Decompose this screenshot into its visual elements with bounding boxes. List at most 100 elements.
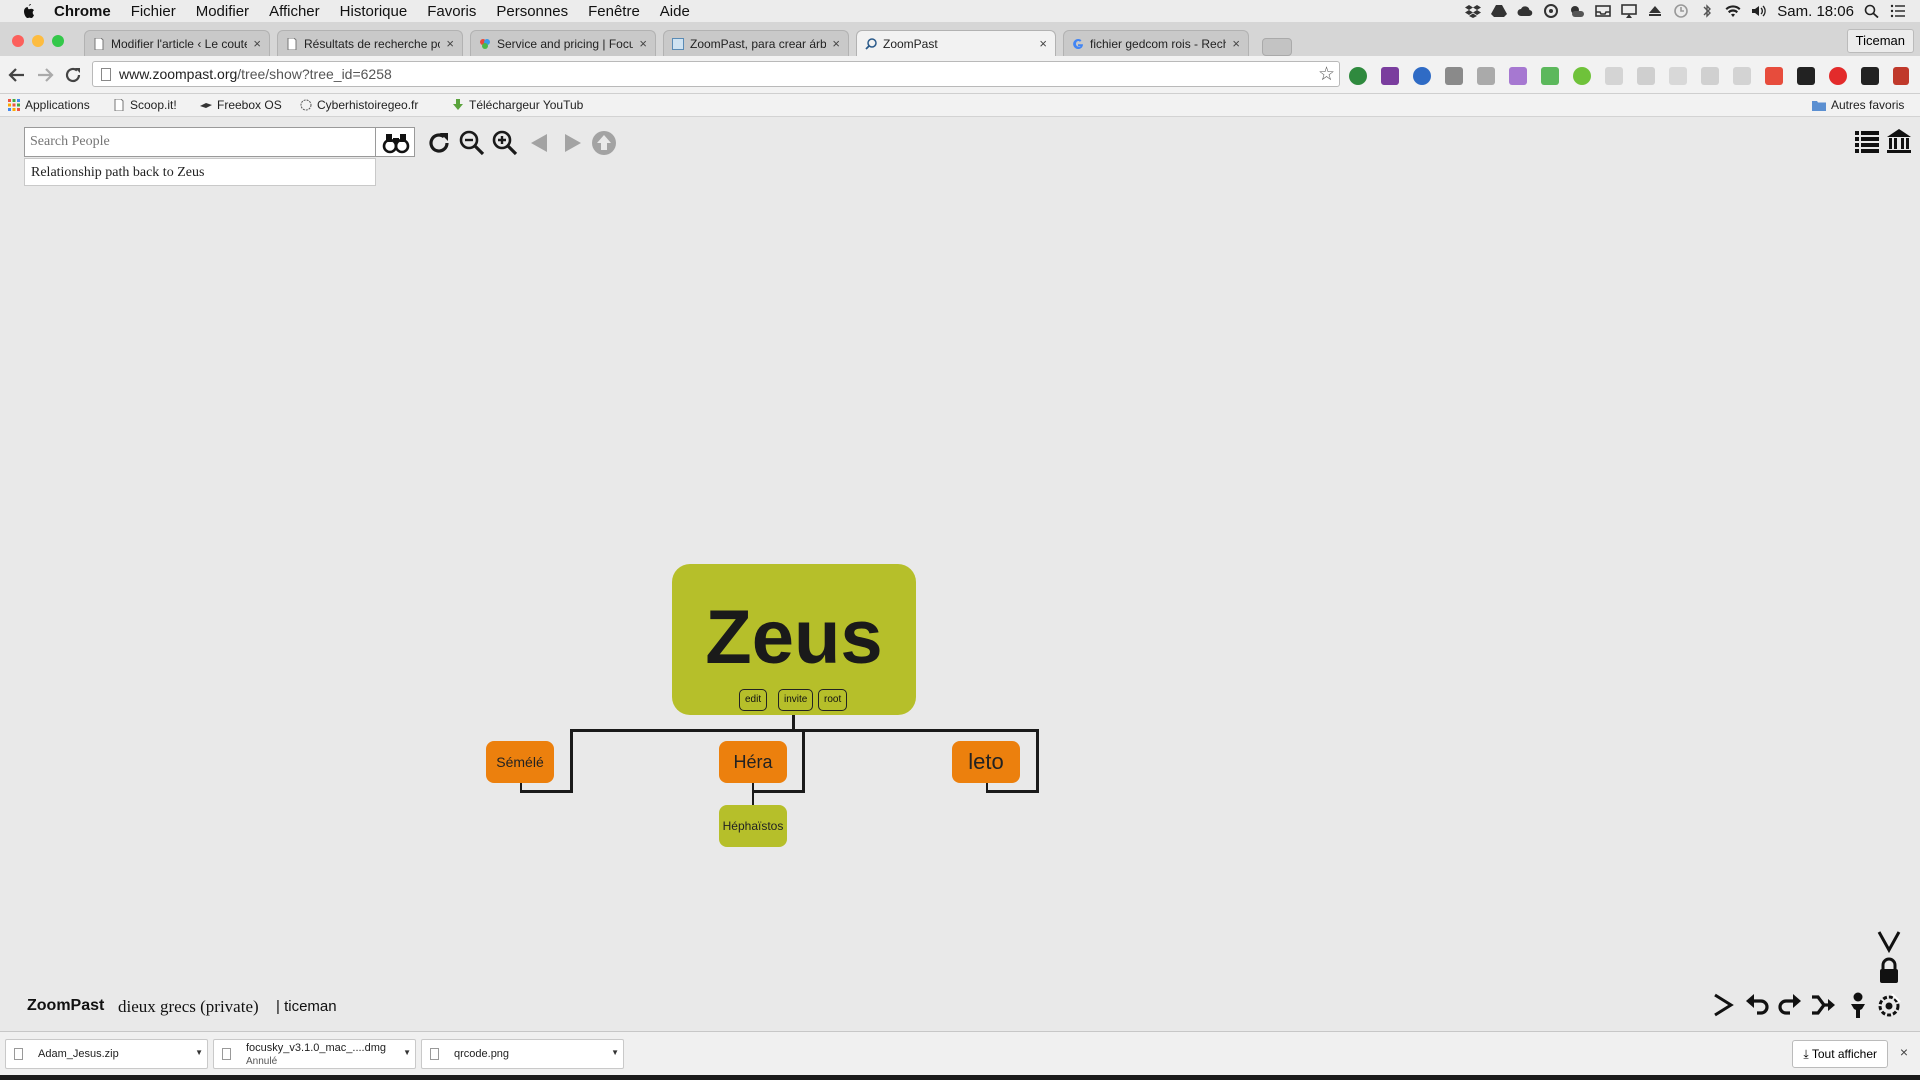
refresh-tree-button[interactable] — [425, 129, 453, 157]
dropdown-arrow-icon[interactable]: ▼ — [611, 1048, 619, 1057]
printer-extension-icon[interactable] — [1541, 67, 1559, 85]
edit-button[interactable]: edit — [739, 689, 768, 711]
zoom-out-button[interactable] — [458, 129, 486, 157]
airplay-icon[interactable] — [1621, 4, 1638, 18]
menu-historique[interactable]: Historique — [340, 3, 408, 20]
spotlight-search-icon[interactable] — [1864, 4, 1880, 18]
home-button[interactable] — [1885, 127, 1913, 155]
reload-icon[interactable] — [64, 66, 82, 84]
drive-icon[interactable] — [1491, 4, 1508, 18]
minimize-window-button[interactable] — [32, 35, 44, 47]
bookmark-youtube-downloader[interactable]: Téléchargeur YouTub — [452, 98, 583, 112]
chrome-menu-icon[interactable] — [1893, 67, 1909, 85]
time-machine-icon[interactable] — [1673, 4, 1689, 18]
menubar-clock[interactable]: Sam. 18:06 — [1777, 3, 1854, 20]
history-back-button[interactable] — [526, 129, 554, 157]
footer-username[interactable]: ticeman — [284, 998, 337, 1015]
add-person-button[interactable] — [1845, 991, 1871, 1019]
notion-extension-icon[interactable] — [1669, 67, 1687, 85]
tab-zoompast-arbol[interactable]: ZoomPast, para crear árbo × — [663, 30, 849, 56]
download-item-qrcode[interactable]: qrcode.png ▼ — [421, 1039, 624, 1069]
pdf-extension-icon[interactable] — [1445, 67, 1463, 85]
search-people-input[interactable] — [24, 127, 376, 157]
tab-zoompast-active[interactable]: ZoomPast × — [856, 30, 1056, 56]
rss-extension-icon[interactable] — [1733, 67, 1751, 85]
zoompast-logo[interactable]: ZoomPast — [27, 997, 104, 1015]
menu-app-name[interactable]: Chrome — [54, 3, 111, 20]
close-window-button[interactable] — [12, 35, 24, 47]
pen-extension-icon[interactable] — [1509, 67, 1527, 85]
broadcast-extension-icon[interactable] — [1765, 67, 1783, 85]
dropbox-icon[interactable] — [1465, 4, 1482, 18]
menu-favoris[interactable]: Favoris — [427, 3, 476, 20]
redo-button[interactable] — [1777, 991, 1803, 1019]
person-node-semele[interactable]: Sémélé — [486, 741, 554, 783]
address-bar[interactable]: www.zoompast.org/tree/show?tree_id=6258 … — [92, 61, 1340, 87]
zoom-window-button[interactable] — [52, 35, 64, 47]
close-tab-icon[interactable]: × — [446, 36, 454, 51]
show-all-downloads-button[interactable]: ⤓ Tout afficher — [1792, 1040, 1888, 1068]
zoom-in-button[interactable] — [491, 129, 519, 157]
undo-button[interactable] — [1744, 991, 1770, 1019]
dropdown-arrow-icon[interactable]: ▼ — [403, 1048, 411, 1057]
go-up-button[interactable] — [590, 129, 618, 157]
close-downloads-bar-icon[interactable]: × — [1900, 1044, 1908, 1060]
invite-button[interactable]: invite — [778, 689, 814, 711]
volume-icon[interactable] — [1751, 4, 1767, 18]
download-item-focusky[interactable]: focusky_v3.1.0_mac_....dmg Annulé ▼ — [213, 1039, 416, 1069]
history-forward-button[interactable] — [558, 129, 586, 157]
qrcode-extension-icon[interactable] — [1797, 67, 1815, 85]
menu-personnes[interactable]: Personnes — [496, 3, 568, 20]
bookmark-star-icon[interactable]: ☆ — [1318, 63, 1335, 86]
drive-extension-icon[interactable] — [1637, 67, 1655, 85]
expand-button[interactable] — [1710, 991, 1736, 1019]
page-info-icon[interactable] — [101, 68, 111, 81]
green-dot-extension-icon[interactable] — [1573, 67, 1591, 85]
person-node-hephaistos[interactable]: Héphaïstos — [719, 805, 787, 847]
tab-modifier-article[interactable]: Modifier l'article ‹ Le coute × — [84, 30, 270, 56]
forward-arrow-icon[interactable] — [36, 66, 54, 84]
eject-icon[interactable] — [1647, 4, 1663, 18]
bluetooth-icon[interactable] — [1699, 4, 1715, 18]
collapse-panel-button[interactable] — [1876, 926, 1902, 954]
bookmark-applications[interactable]: Applications — [8, 98, 90, 112]
menu-aide[interactable]: Aide — [660, 3, 690, 20]
close-tab-icon[interactable]: × — [1232, 36, 1240, 51]
close-tab-icon[interactable]: × — [639, 36, 647, 51]
sync-icon[interactable] — [1543, 4, 1559, 18]
cloud-icon[interactable] — [1517, 4, 1533, 18]
person-node-leto[interactable]: leto — [952, 741, 1020, 783]
tab-service-pricing[interactable]: Service and pricing | Focus × — [470, 30, 656, 56]
stack-extension-icon[interactable] — [1701, 67, 1719, 85]
tab-resultats-recherche[interactable]: Résultats de recherche pou × — [277, 30, 463, 56]
back-arrow-icon[interactable] — [8, 66, 26, 84]
close-tab-icon[interactable]: × — [253, 36, 261, 51]
close-tab-icon[interactable]: × — [1039, 36, 1047, 51]
screenshot-camera-icon[interactable] — [1477, 67, 1495, 85]
bookmark-freebox[interactable]: Freebox OS — [200, 98, 282, 112]
evernote-web-clipper-icon[interactable] — [1349, 67, 1367, 85]
qrcode-extension-icon[interactable] — [1861, 67, 1879, 85]
extension-icon[interactable] — [1605, 67, 1623, 85]
bookmark-cyberhistoiregeo[interactable]: Cyberhistoiregeo.fr — [300, 98, 418, 112]
opera-extension-icon[interactable] — [1829, 67, 1847, 85]
notification-center-icon[interactable] — [1890, 4, 1906, 18]
dropdown-arrow-icon[interactable]: ▼ — [195, 1048, 203, 1057]
wifi-icon[interactable] — [1725, 4, 1741, 18]
new-tab-button[interactable] — [1262, 38, 1292, 56]
person-node-zeus[interactable]: Zeus edit invite root — [672, 564, 916, 715]
address-url[interactable]: www.zoompast.org/tree/show?tree_id=6258 — [119, 66, 392, 82]
lock-button[interactable] — [1876, 957, 1902, 985]
menu-fichier[interactable]: Fichier — [131, 3, 176, 20]
k-extension-icon[interactable] — [1413, 67, 1431, 85]
menu-fenetre[interactable]: Fenêtre — [588, 3, 640, 20]
search-suggestion[interactable]: Relationship path back to Zeus — [24, 158, 376, 186]
apple-icon[interactable] — [20, 3, 36, 19]
search-button[interactable] — [375, 127, 415, 157]
download-item-adam-jesus[interactable]: Adam_Jesus.zip ▼ — [5, 1039, 208, 1069]
tab-gedcom-search[interactable]: fichier gedcom rois - Rech × — [1063, 30, 1249, 56]
menu-modifier[interactable]: Modifier — [196, 3, 249, 20]
person-node-hera[interactable]: Héra — [719, 741, 787, 783]
root-button[interactable]: root — [818, 689, 848, 711]
profile-button[interactable]: Ticeman — [1846, 29, 1914, 53]
